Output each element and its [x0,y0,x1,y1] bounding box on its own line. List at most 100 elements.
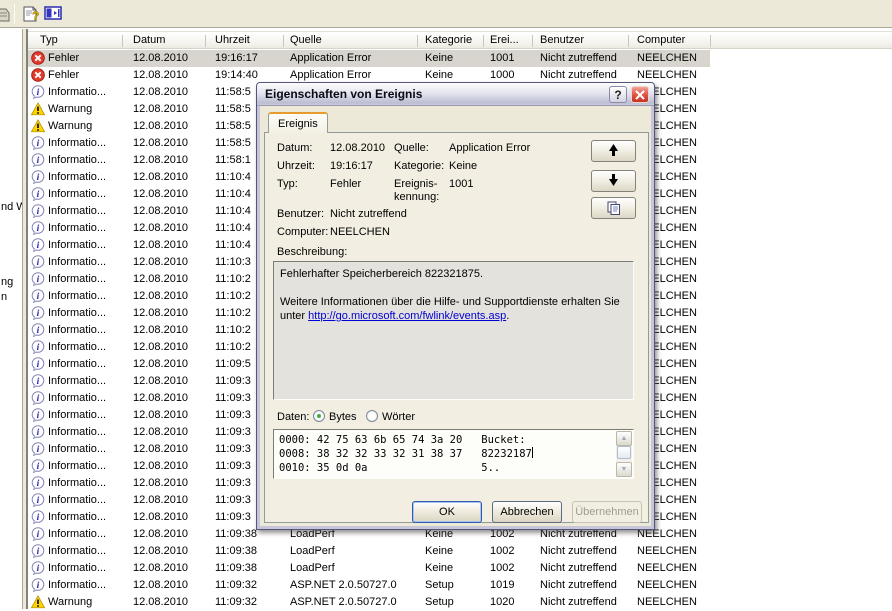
cell-typ: Informatio... [48,171,107,183]
info-icon: i [31,374,45,388]
svg-text:i: i [37,88,40,98]
cell-computer: NEELCHEN [637,545,697,557]
cell-typ: Informatio... [48,86,107,98]
cancel-button[interactable]: Abbrechen [492,501,562,523]
cell-datum: 12.08.2010 [133,341,189,353]
table-row[interactable]: i Informatio... 12.08.2010 11:09:38 LoadPerf… [28,560,710,577]
info-icon: i [31,561,45,575]
table-row[interactable]: Fehler 12.08.2010 19:16:17 Application Erro… [28,50,710,67]
benutzer-label: Benutzer: [277,208,325,220]
column-header-erei[interactable]: Erei... [490,32,519,49]
description-line1: Fehlerhafter Speicherbereich 822321875. [280,268,484,280]
cell-typ: Informatio... [48,273,107,285]
previous-event-button[interactable] [591,140,636,162]
info-icon: i [31,221,45,235]
next-event-button[interactable] [591,170,636,192]
scroll-up-icon[interactable]: ▲ [616,431,632,446]
column-separator[interactable] [417,35,418,47]
radio-bytes-label[interactable]: Bytes [329,411,357,424]
svg-text:i: i [37,377,40,387]
cell-computer: NEELCHEN [637,562,697,574]
quelle-value: Application Error [449,142,531,154]
cell-datum: 12.08.2010 [133,273,189,285]
cell-quelle: ASP.NET 2.0.50727.0 [290,596,397,608]
table-row[interactable]: i Informatio... 12.08.2010 11:09:32 ASP.NET … [28,577,710,594]
cell-typ: Fehler [48,69,80,81]
column-separator[interactable] [283,35,284,47]
dialog-titlebar[interactable]: Eigenschaften von Ereignis ? [257,83,654,106]
cell-uhrzeit: 11:10:2 [215,307,251,319]
svg-text:i: i [37,241,40,251]
typ-label: Typ: [277,178,298,190]
datum-value: 12.08.2010 [330,142,386,154]
svg-text:i: i [37,139,40,149]
scroll-thumb[interactable] [617,446,631,459]
cell-typ: Warnung [48,120,93,132]
svg-text:i: i [37,360,40,370]
hex-data-box[interactable]: 0000: 42 75 63 6b 65 74 3a 20 Bucket: 00… [273,429,634,479]
help-topics-icon[interactable]: ? [22,5,40,23]
column-header-uhrzeit[interactable]: Uhrzeit [215,32,250,49]
column-separator[interactable] [483,35,484,47]
column-separator[interactable] [710,35,711,47]
column-header-benutzer[interactable]: Benutzer [540,32,584,49]
column-separator[interactable] [628,35,629,47]
cell-benutzer: Nicht zutreffend [540,562,617,574]
svg-text:i: i [37,513,40,523]
ok-button[interactable]: OK [412,501,482,523]
svg-text:i: i [37,190,40,200]
svg-text:i: i [37,224,40,234]
radio-woerter[interactable] [366,410,378,422]
copy-event-button[interactable] [591,197,636,219]
cell-uhrzeit: 11:09:3 [215,409,251,421]
table-row[interactable]: Warnung 12.08.2010 11:09:32 ASP.NET 2.0.507… [28,594,710,611]
close-icon[interactable] [631,86,649,103]
column-separator[interactable] [532,35,533,47]
scroll-down-icon[interactable]: ▼ [616,462,632,477]
radio-woerter-label[interactable]: Wörter [382,411,415,424]
column-header-typ[interactable]: Typ [40,32,58,49]
cell-uhrzeit: 11:10:2 [215,324,251,336]
svg-text:i: i [37,496,40,506]
cell-typ: Informatio... [48,579,107,591]
cell-uhrzeit: 11:09:38 [215,528,258,540]
cell-uhrzeit: 11:09:32 [215,579,258,591]
svg-text:i: i [37,564,40,574]
cell-typ: Informatio... [48,154,107,166]
cell-typ: Informatio... [48,341,107,353]
radio-bytes[interactable] [313,410,325,422]
cell-id: 1020 [490,596,515,608]
partial-icon[interactable] [0,5,14,23]
hex-line: 0010: 35 0d 0a 5.. [279,462,501,474]
cell-kategorie: Keine [425,52,454,64]
svg-text:i: i [37,309,40,319]
cell-uhrzeit: 11:09:38 [215,545,258,557]
column-header-computer[interactable]: Computer [637,32,685,49]
cell-datum: 12.08.2010 [133,52,189,64]
svg-text:?: ? [32,9,39,23]
cell-uhrzeit: 11:09:3 [215,375,251,387]
description-box[interactable]: Fehlerhafter Speicherbereich 822321875. … [273,261,634,400]
tab-ereignis[interactable]: Ereignis [268,112,328,133]
show-console-tree-icon[interactable] [44,5,62,23]
events-asp-link[interactable]: http://go.microsoft.com/fwlink/events.as… [308,310,506,322]
hex-lines: 0000: 42 75 63 6b 65 74 3a 20 Bucket: 00… [279,433,613,475]
column-header-datum[interactable]: Datum [133,32,165,49]
info-icon: i [31,578,45,592]
cell-kategorie: Setup [425,579,454,591]
apply-button[interactable]: Übernehmen [572,501,642,523]
column-header-quelle[interactable]: Quelle [290,32,322,49]
cell-benutzer: Nicht zutreffend [540,52,617,64]
table-row[interactable]: i Informatio... 12.08.2010 11:09:38 LoadPerf… [28,543,710,560]
info-icon: i [31,204,45,218]
column-separator[interactable] [122,35,123,47]
column-header-kategorie[interactable]: Kategorie [425,32,472,49]
cell-datum: 12.08.2010 [133,256,189,268]
hex-scrollbar[interactable]: ▲ ▼ [616,431,632,477]
dialog-help-button[interactable]: ? [609,86,627,103]
computer-value: NEELCHEN [330,226,390,238]
column-separator[interactable] [205,35,206,47]
cell-uhrzeit: 11:09:3 [215,477,251,489]
info-icon: i [31,527,45,541]
cell-datum: 12.08.2010 [133,528,189,540]
